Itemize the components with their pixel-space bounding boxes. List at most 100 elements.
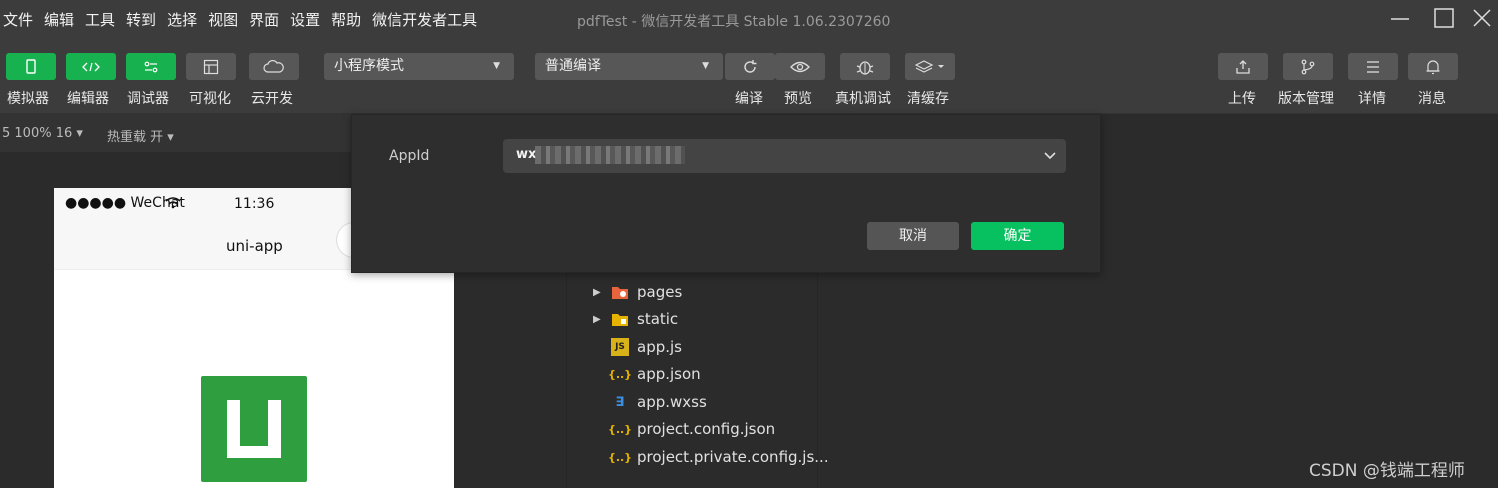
zoom-select[interactable]: 5 100% 16 ▾ bbox=[2, 126, 83, 141]
messages-button[interactable] bbox=[1408, 53, 1458, 80]
preview-button[interactable] bbox=[775, 53, 825, 80]
chevron-down-icon bbox=[1044, 152, 1056, 160]
compile-button[interactable] bbox=[725, 53, 775, 80]
menu-help[interactable]: 帮助 bbox=[331, 9, 361, 30]
menu-bar: 文件 编辑 工具 转到 选择 视图 界面 设置 帮助 微信开发者工具 bbox=[3, 9, 488, 30]
appid-label: AppId bbox=[389, 148, 430, 164]
menu-edit[interactable]: 编辑 bbox=[44, 9, 74, 30]
json-file-icon: {..} bbox=[607, 450, 633, 464]
minimize-icon bbox=[1391, 18, 1409, 20]
menu-devtools[interactable]: 微信开发者工具 bbox=[372, 9, 477, 30]
close-icon bbox=[1473, 9, 1491, 27]
tree-item-label: app.wxss bbox=[637, 393, 707, 411]
menu-file[interactable]: 文件 bbox=[3, 9, 33, 30]
menu-view[interactable]: 视图 bbox=[208, 9, 238, 30]
menu-goto[interactable]: 转到 bbox=[126, 9, 156, 30]
details-label: 详情 bbox=[1358, 91, 1386, 107]
close-button[interactable] bbox=[1466, 6, 1496, 32]
menu-tools[interactable]: 工具 bbox=[85, 9, 115, 30]
remote-debug-label: 真机调试 bbox=[835, 91, 891, 107]
file-tree: ▶ pages ▶ static JS app.js {..} app.json… bbox=[566, 272, 829, 488]
pages-folder-icon bbox=[611, 283, 629, 301]
mode-select[interactable]: 小程序模式 ▼ bbox=[324, 53, 514, 80]
js-file-icon: JS bbox=[611, 338, 629, 356]
cloud-button[interactable] bbox=[249, 53, 299, 80]
minimize-button[interactable] bbox=[1385, 6, 1415, 32]
compile-label: 编译 bbox=[735, 91, 763, 107]
tree-item-project-private-config[interactable]: {..} project.private.config.js... bbox=[607, 445, 829, 469]
cloud-label: 云开发 bbox=[251, 91, 293, 107]
remote-debug-button[interactable] bbox=[840, 53, 890, 80]
preview-label: 预览 bbox=[784, 91, 812, 107]
visual-button[interactable] bbox=[186, 53, 236, 80]
version-label: 版本管理 bbox=[1278, 91, 1334, 107]
menu-interface[interactable]: 界面 bbox=[249, 9, 279, 30]
tree-item-app-wxss[interactable]: ∃ app.wxss bbox=[611, 390, 707, 414]
clear-cache-button[interactable] bbox=[905, 53, 955, 80]
tree-item-pages[interactable]: pages bbox=[611, 280, 682, 304]
branch-icon bbox=[1301, 59, 1315, 74]
debugger-button[interactable] bbox=[126, 53, 176, 80]
bug-icon bbox=[856, 60, 874, 75]
nav-title: uni-app bbox=[226, 237, 283, 255]
phone-icon bbox=[26, 58, 36, 74]
tree-item-static[interactable]: static bbox=[611, 307, 678, 331]
maximize-button[interactable] bbox=[1429, 6, 1459, 32]
clear-cache-label: 清缓存 bbox=[907, 91, 949, 107]
eye-icon bbox=[790, 61, 810, 72]
tree-item-label: project.private.config.js... bbox=[637, 448, 829, 466]
layers-icon bbox=[915, 59, 944, 73]
tree-item-label: project.config.json bbox=[637, 420, 776, 438]
expand-arrow-icon[interactable]: ▶ bbox=[593, 314, 601, 325]
menu-settings[interactable]: 设置 bbox=[290, 9, 320, 30]
title-bar: 文件 编辑 工具 转到 选择 视图 界面 设置 帮助 微信开发者工具 pdfTe… bbox=[0, 0, 1498, 38]
wifi-icon bbox=[165, 197, 181, 209]
menu-select[interactable]: 选择 bbox=[167, 9, 197, 30]
tree-item-label: pages bbox=[637, 283, 683, 301]
code-icon bbox=[82, 62, 100, 71]
compile-select[interactable]: 普通编译 ▼ bbox=[535, 53, 723, 80]
tree-item-project-config[interactable]: {..} project.config.json bbox=[607, 417, 776, 441]
upload-button[interactable] bbox=[1218, 53, 1268, 80]
version-button[interactable] bbox=[1283, 53, 1333, 80]
appid-select[interactable]: wx bbox=[503, 139, 1066, 173]
hot-reload-toggle[interactable]: 热重载 开 ▾ bbox=[107, 126, 174, 145]
simulator-button[interactable] bbox=[6, 53, 56, 80]
appid-dialog: AppId wx 取消 确定 bbox=[351, 114, 1101, 273]
upload-icon bbox=[1236, 59, 1250, 74]
debugger-label: 调试器 bbox=[127, 91, 169, 107]
editor-button[interactable] bbox=[66, 53, 116, 80]
caret-down-icon: ▼ bbox=[493, 61, 500, 71]
folder-icon bbox=[611, 310, 629, 328]
uni-logo-icon bbox=[227, 400, 281, 458]
messages-label: 消息 bbox=[1418, 91, 1446, 107]
json-file-icon: {..} bbox=[607, 367, 633, 381]
simulator-subbar: 5 100% 16 ▾ 热重载 开 ▾ bbox=[0, 114, 352, 152]
bell-icon bbox=[1426, 59, 1440, 74]
simulator-label: 模拟器 bbox=[7, 91, 49, 107]
cancel-button[interactable]: 取消 bbox=[867, 222, 959, 250]
compile-select-value: 普通编译 bbox=[545, 58, 601, 74]
confirm-button[interactable]: 确定 bbox=[971, 222, 1064, 250]
mode-select-value: 小程序模式 bbox=[334, 58, 404, 74]
refresh-icon bbox=[744, 59, 757, 73]
toolbar: 模拟器 编辑器 调试器 可视化 云开发 小程序模式 ▼ 普通编译 ▼ 编译 预览… bbox=[0, 38, 1498, 114]
wxss-file-icon: ∃ bbox=[615, 394, 625, 410]
time-label: 11:36 bbox=[234, 196, 275, 212]
tree-item-label: app.json bbox=[637, 365, 701, 383]
visual-label: 可视化 bbox=[189, 91, 231, 107]
window-title: pdfTest - 微信开发者工具 Stable 1.06.2307260 bbox=[577, 14, 891, 30]
editor-label: 编辑器 bbox=[67, 91, 109, 107]
redacted-appid bbox=[535, 146, 685, 164]
tree-item-app-json[interactable]: {..} app.json bbox=[607, 362, 701, 386]
tree-item-app-js[interactable]: JS app.js bbox=[611, 335, 682, 359]
cloud-icon bbox=[263, 59, 284, 73]
expand-arrow-icon[interactable]: ▶ bbox=[593, 287, 601, 298]
layout-icon bbox=[203, 59, 219, 74]
debug-icon bbox=[144, 61, 158, 72]
tree-item-label: static bbox=[637, 310, 679, 328]
upload-label: 上传 bbox=[1228, 91, 1256, 107]
details-button[interactable] bbox=[1348, 53, 1398, 80]
uni-app-logo bbox=[201, 376, 307, 482]
json-file-icon: {..} bbox=[607, 422, 633, 436]
